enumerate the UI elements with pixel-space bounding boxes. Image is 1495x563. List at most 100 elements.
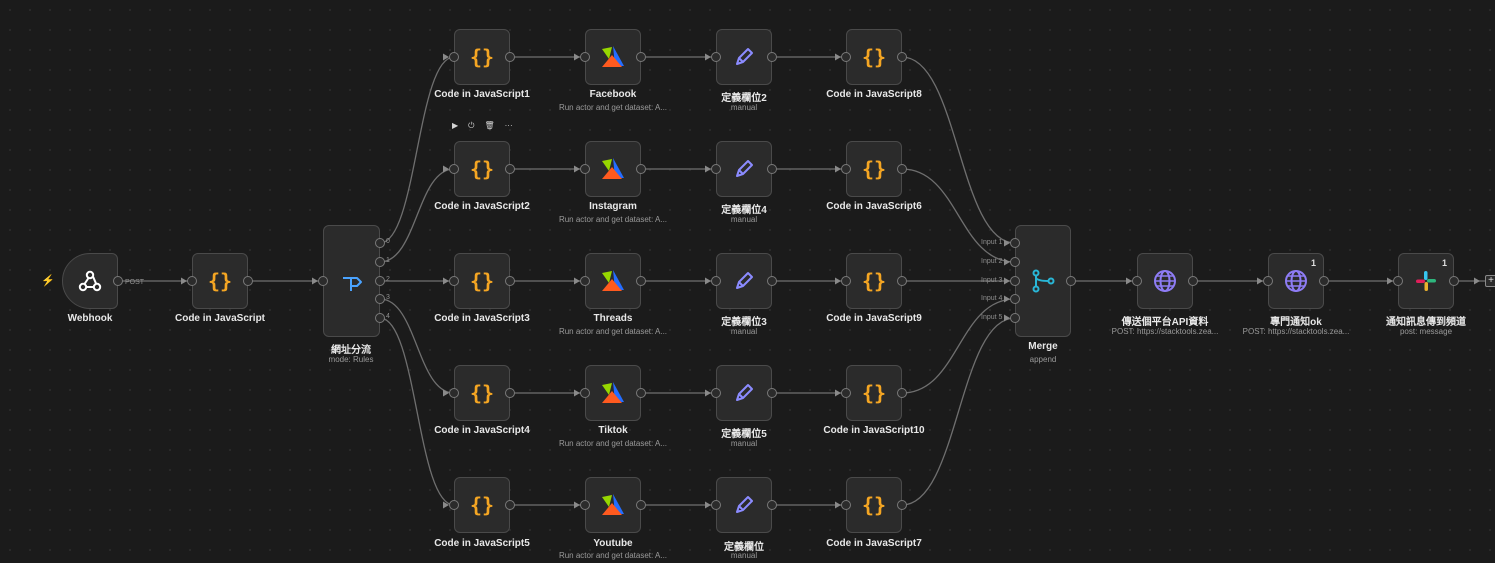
- input-port[interactable]: [449, 388, 459, 398]
- input-port[interactable]: [580, 52, 590, 62]
- code10-node[interactable]: {}: [846, 365, 902, 421]
- output-port[interactable]: [767, 388, 777, 398]
- output-port[interactable]: [767, 164, 777, 174]
- code8-node[interactable]: {}: [846, 29, 902, 85]
- input-port[interactable]: [1263, 276, 1273, 286]
- input-port[interactable]: [1132, 276, 1142, 286]
- output-port[interactable]: [636, 164, 646, 174]
- merge-node[interactable]: [1015, 225, 1071, 337]
- power-icon[interactable]: ⏻: [468, 121, 474, 131]
- merge-icon: [1032, 269, 1055, 293]
- facebook-node[interactable]: [585, 29, 641, 85]
- input-port[interactable]: [841, 388, 851, 398]
- input-port[interactable]: [841, 500, 851, 510]
- output-port[interactable]: [767, 276, 777, 286]
- code-braces-icon: {}: [207, 269, 233, 293]
- output-port[interactable]: [1066, 276, 1076, 286]
- input-port[interactable]: [580, 500, 590, 510]
- input-port[interactable]: [1010, 257, 1020, 267]
- output-port[interactable]: [505, 388, 515, 398]
- switch-node[interactable]: [323, 225, 380, 337]
- input-port[interactable]: [841, 52, 851, 62]
- more-icon[interactable]: ···: [505, 121, 513, 131]
- connection-method-label: POST: [125, 279, 145, 286]
- code6-node[interactable]: {}: [846, 141, 902, 197]
- webhook-node[interactable]: [62, 253, 118, 309]
- input-port[interactable]: [580, 276, 590, 286]
- set-node[interactable]: [716, 477, 772, 533]
- output-port[interactable]: [897, 388, 907, 398]
- input-port[interactable]: [1010, 294, 1020, 304]
- code1-node[interactable]: {}: [454, 29, 510, 85]
- set2-node[interactable]: [716, 29, 772, 85]
- input-port[interactable]: [449, 164, 459, 174]
- output-port[interactable]: [1188, 276, 1198, 286]
- play-icon[interactable]: ▶: [452, 121, 458, 131]
- code3-node[interactable]: {}: [454, 253, 510, 309]
- code4-node[interactable]: {}: [454, 365, 510, 421]
- output-port[interactable]: [767, 500, 777, 510]
- set3-node[interactable]: [716, 253, 772, 309]
- output-port[interactable]: [897, 276, 907, 286]
- input-port[interactable]: [1010, 238, 1020, 248]
- code9-node[interactable]: {}: [846, 253, 902, 309]
- code-main-node[interactable]: {}: [192, 253, 248, 309]
- output-port[interactable]: [505, 276, 515, 286]
- youtube-node[interactable]: [585, 477, 641, 533]
- set5-node[interactable]: [716, 365, 772, 421]
- switch-output-label: 1: [386, 257, 390, 264]
- output-port[interactable]: [1319, 276, 1329, 286]
- trash-icon[interactable]: 🗑: [484, 121, 494, 131]
- output-port[interactable]: [375, 276, 385, 286]
- input-port[interactable]: [711, 388, 721, 398]
- code-braces-icon: {}: [861, 381, 887, 405]
- input-port[interactable]: [580, 388, 590, 398]
- output-port[interactable]: [897, 164, 907, 174]
- code7-node[interactable]: {}: [846, 477, 902, 533]
- output-port[interactable]: [1449, 276, 1459, 286]
- output-port[interactable]: [767, 52, 777, 62]
- output-port[interactable]: [636, 276, 646, 286]
- output-port[interactable]: [636, 500, 646, 510]
- threads-node[interactable]: [585, 253, 641, 309]
- input-port[interactable]: [1010, 313, 1020, 323]
- output-port[interactable]: [897, 500, 907, 510]
- set4-node[interactable]: [716, 141, 772, 197]
- output-port[interactable]: [113, 276, 123, 286]
- switch-output-label: 3: [386, 294, 390, 301]
- input-port[interactable]: [318, 276, 328, 286]
- input-port[interactable]: [449, 52, 459, 62]
- output-port[interactable]: [375, 257, 385, 267]
- input-port[interactable]: [1010, 276, 1020, 286]
- input-port[interactable]: [449, 276, 459, 286]
- http1-node[interactable]: [1137, 253, 1193, 309]
- input-port[interactable]: [580, 164, 590, 174]
- tiktok-node[interactable]: [585, 365, 641, 421]
- code2-node[interactable]: {}: [454, 141, 510, 197]
- input-port[interactable]: [449, 500, 459, 510]
- set4-sub: manual: [730, 215, 758, 224]
- output-port[interactable]: [505, 164, 515, 174]
- connection-wire[interactable]: [901, 168, 1016, 263]
- output-port[interactable]: [505, 500, 515, 510]
- input-port[interactable]: [711, 164, 721, 174]
- output-port[interactable]: [375, 238, 385, 248]
- input-port[interactable]: [841, 276, 851, 286]
- input-port[interactable]: [711, 500, 721, 510]
- output-port[interactable]: [375, 294, 385, 304]
- add-node-button[interactable]: +: [1485, 275, 1495, 287]
- output-port[interactable]: [243, 276, 253, 286]
- code5-node[interactable]: {}: [454, 477, 510, 533]
- output-port[interactable]: [636, 388, 646, 398]
- input-port[interactable]: [841, 164, 851, 174]
- output-port[interactable]: [897, 52, 907, 62]
- output-port[interactable]: [505, 52, 515, 62]
- input-port[interactable]: [711, 276, 721, 286]
- input-port[interactable]: [711, 52, 721, 62]
- connection-wire[interactable]: [379, 168, 455, 263]
- output-port[interactable]: [375, 313, 385, 323]
- instagram-node[interactable]: [585, 141, 641, 197]
- output-port[interactable]: [636, 52, 646, 62]
- input-port[interactable]: [1393, 276, 1403, 286]
- input-port[interactable]: [187, 276, 197, 286]
